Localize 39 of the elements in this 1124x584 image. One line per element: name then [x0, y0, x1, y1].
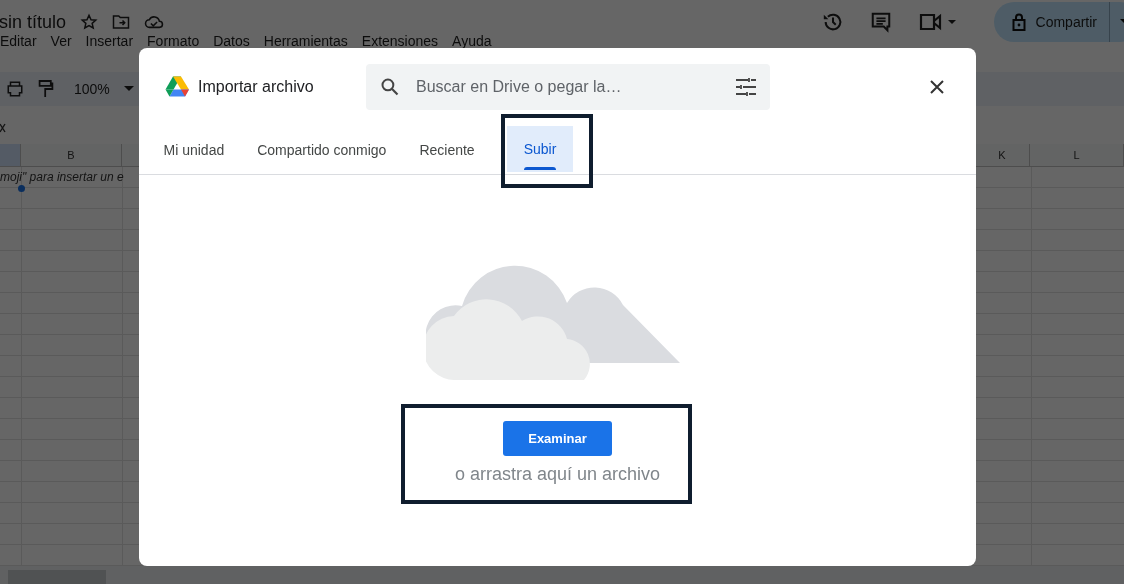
video-call-icon[interactable] [917, 12, 958, 32]
lock-icon [1011, 13, 1026, 31]
function-icon [0, 123, 6, 133]
drop-hint: o arrastra aquí un archivo [454, 464, 661, 485]
browse-button[interactable]: Examinar [503, 421, 612, 456]
menu-item[interactable]: Herramientas [263, 34, 348, 48]
zoom-select[interactable]: 100% [74, 81, 110, 97]
tab[interactable]: Subir [507, 126, 573, 172]
menu-item[interactable]: Ver [50, 34, 72, 48]
tab[interactable]: Compartido conmigo [240, 126, 403, 174]
filter-icon[interactable] [736, 78, 756, 96]
search-bar[interactable]: Buscar en Drive o pegar la… [366, 64, 770, 110]
print-icon[interactable] [6, 80, 24, 98]
comment-icon[interactable] [869, 11, 892, 33]
menu-item[interactable]: Insertar [85, 34, 134, 48]
folder-icon[interactable] [112, 14, 131, 30]
paint-format-icon[interactable] [38, 79, 54, 99]
tab[interactable]: Reciente [402, 126, 492, 174]
column-header[interactable]: L [1030, 144, 1124, 166]
cell-text: moji" para insertar un e [0, 170, 124, 185]
tab[interactable]: Mi unidad [147, 126, 241, 174]
menu-item[interactable]: Extensiones [361, 34, 439, 48]
close-icon[interactable] [930, 80, 944, 94]
drive-logo-icon [165, 76, 189, 98]
menu-item[interactable]: Formato [147, 34, 200, 48]
column-header[interactable]: B [21, 144, 122, 166]
dialog-title: Importar archivo [198, 78, 315, 96]
menu-item[interactable]: Editar [0, 34, 37, 48]
menu-item[interactable]: Ayuda [452, 34, 492, 48]
share-button[interactable]: Compartir [993, 2, 1109, 42]
cloud-check-icon[interactable] [144, 14, 165, 30]
caret-icon[interactable] [123, 86, 134, 92]
search-icon [380, 77, 400, 97]
document-title[interactable]: sin título [0, 11, 67, 33]
menu-item[interactable]: Datos [213, 34, 250, 48]
fill-handle[interactable] [18, 185, 25, 192]
search-field[interactable]: Buscar en Drive o pegar la… [414, 77, 736, 97]
history-icon[interactable] [821, 11, 844, 33]
star-icon[interactable] [80, 13, 99, 31]
